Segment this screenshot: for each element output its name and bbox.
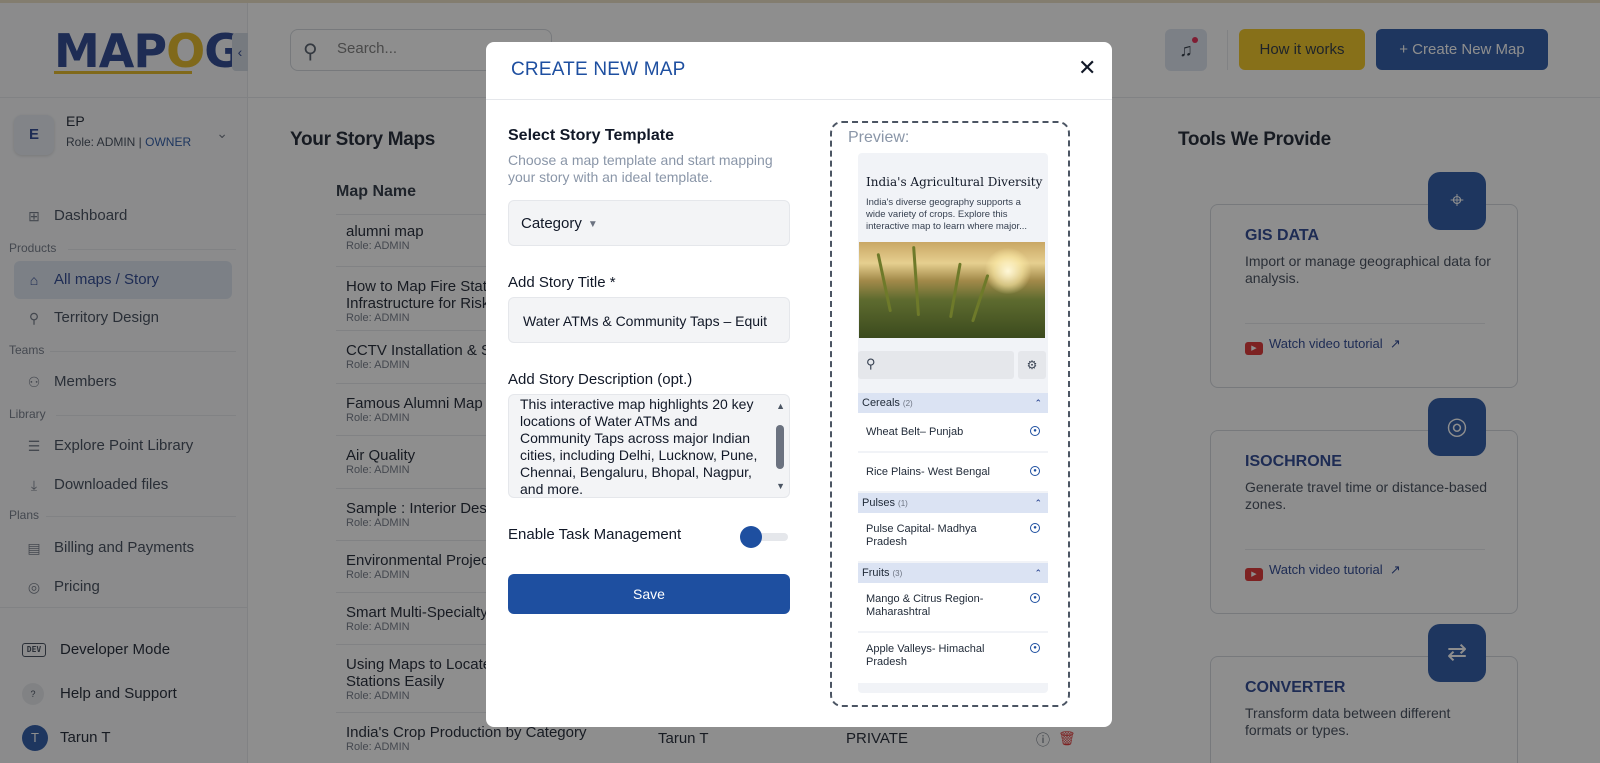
preview-list-item: Mango & Citrus Region- Maharashtral ●	[858, 583, 1048, 631]
location-icon: ●	[1030, 593, 1040, 603]
preview-list-item: Wheat Belt– Punjab ●	[858, 413, 1048, 451]
wheat-field-image	[859, 242, 1045, 338]
select-template-label: Select Story Template	[508, 127, 674, 144]
category-select[interactable]: Category ▼	[508, 200, 790, 246]
task-mgmt-label: Enable Task Management	[508, 526, 682, 543]
preview-card: India's Agricultural Diversity India's d…	[858, 153, 1048, 693]
chevron-up-icon: ⌃	[1034, 398, 1042, 408]
filter-icon: ⚙	[1018, 351, 1046, 379]
preview-list-item: Apple Valleys- Himachal Pradesh ●	[858, 633, 1048, 683]
close-icon[interactable]: ✕	[1078, 56, 1096, 80]
preview-category: Cereals (2) ⌃	[858, 393, 1048, 413]
save-button[interactable]: Save	[508, 574, 790, 614]
select-template-help: Choose a map template and start mapping …	[508, 152, 773, 185]
location-icon: ●	[1030, 643, 1040, 653]
preview-list-item: Rice Plains- West Bengal ●	[858, 453, 1048, 491]
modal-divider	[486, 99, 1112, 100]
location-icon: ●	[1030, 523, 1040, 533]
preview-list-item: Pulse Capital- Madhya Pradesh ●	[858, 513, 1048, 561]
preview-title: India's Agricultural Diversity	[866, 175, 1043, 189]
caret-down-icon: ▼	[587, 219, 598, 230]
location-icon: ●	[1030, 466, 1040, 476]
story-desc-textarea[interactable]: This interactive map highlights 20 key l…	[508, 394, 790, 498]
search-icon: ⚲	[866, 356, 876, 371]
story-title-input[interactable]: Water ATMs & Community Taps – Equit	[508, 297, 790, 343]
scroll-down-icon[interactable]: ▼	[776, 478, 785, 495]
preview-search: ⚲	[858, 351, 1014, 379]
modal-title: CREATE NEW MAP	[511, 59, 686, 80]
story-title-label: Add Story Title *	[508, 274, 616, 291]
scrollbar-thumb[interactable]	[776, 425, 784, 469]
create-map-modal: CREATE NEW MAP ✕ Select Story Template C…	[486, 42, 1112, 727]
location-icon: ●	[1030, 426, 1040, 436]
preview-category: Pulses (1) ⌃	[858, 493, 1048, 513]
preview-desc: India's diverse geography supports a wid…	[866, 197, 1028, 232]
story-desc-label: Add Story Description (opt.)	[508, 371, 693, 388]
task-mgmt-toggle[interactable]	[740, 526, 788, 548]
preview-category: Fruits (3) ⌃	[858, 563, 1048, 583]
chevron-up-icon: ⌃	[1034, 568, 1042, 578]
scroll-up-icon[interactable]: ▲	[776, 398, 785, 415]
preview-label: Preview:	[848, 129, 910, 146]
chevron-up-icon: ⌃	[1034, 498, 1042, 508]
template-preview: Preview: India's Agricultural Diversity …	[830, 121, 1070, 707]
